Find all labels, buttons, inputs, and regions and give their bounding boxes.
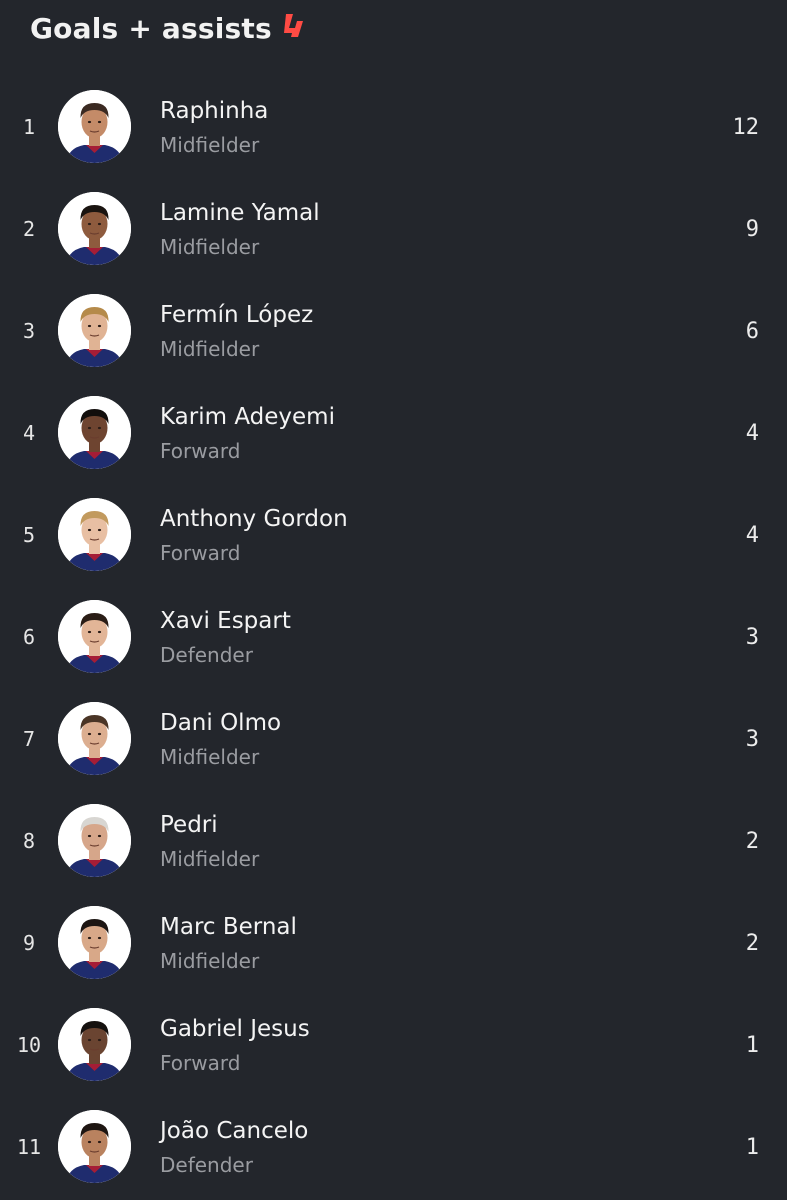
rank-number: 2 bbox=[22, 217, 36, 241]
avatar[interactable] bbox=[58, 192, 131, 265]
page-title: Goals + assists bbox=[30, 11, 272, 45]
laliga-logo-icon bbox=[280, 11, 306, 45]
player-name[interactable]: Raphinha bbox=[160, 98, 268, 124]
goals-assists-value: 12 bbox=[732, 114, 760, 140]
list-item[interactable]: 1 Raphinha Midfielder 12 bbox=[0, 76, 787, 178]
avatar[interactable] bbox=[58, 90, 131, 163]
player-position: Forward bbox=[160, 541, 241, 565]
list-item[interactable]: 6 Xavi Espart Defender 3 bbox=[0, 586, 787, 688]
rank-number: 10 bbox=[16, 1033, 42, 1057]
player-name[interactable]: Anthony Gordon bbox=[160, 506, 348, 532]
player-position: Midfielder bbox=[160, 337, 260, 361]
player-name[interactable]: Pedri bbox=[160, 812, 218, 838]
player-name[interactable]: Fermín López bbox=[160, 302, 313, 328]
player-position: Defender bbox=[160, 1153, 253, 1177]
player-name[interactable]: Gabriel Jesus bbox=[160, 1016, 310, 1042]
goals-assists-value: 2 bbox=[745, 828, 759, 854]
rank-number: 11 bbox=[16, 1135, 42, 1159]
player-position: Midfielder bbox=[160, 235, 260, 259]
player-position: Defender bbox=[160, 643, 253, 667]
avatar[interactable] bbox=[58, 702, 131, 775]
list-item[interactable]: 11 João Cancelo Defender 1 bbox=[0, 1096, 787, 1198]
player-position: Forward bbox=[160, 439, 241, 463]
player-name[interactable]: Karim Adeyemi bbox=[160, 404, 335, 430]
goals-assists-value: 3 bbox=[745, 726, 759, 752]
player-name[interactable]: Xavi Espart bbox=[160, 608, 291, 634]
goals-assists-value: 1 bbox=[745, 1032, 759, 1058]
list-item[interactable]: 2 Lamine Yamal Midfielder 9 bbox=[0, 178, 787, 280]
player-position: Midfielder bbox=[160, 949, 260, 973]
avatar[interactable] bbox=[58, 1008, 131, 1081]
avatar[interactable] bbox=[58, 396, 131, 469]
avatar[interactable] bbox=[58, 1110, 131, 1183]
rank-number: 8 bbox=[22, 829, 36, 853]
goals-assists-value: 3 bbox=[745, 624, 759, 650]
player-position: Forward bbox=[160, 1051, 241, 1075]
player-name[interactable]: Lamine Yamal bbox=[160, 200, 320, 226]
goals-assists-value: 4 bbox=[745, 420, 759, 446]
player-name[interactable]: Marc Bernal bbox=[160, 914, 297, 940]
header: Goals + assists bbox=[30, 8, 306, 48]
list-item[interactable]: 9 Marc Bernal Midfielder 2 bbox=[0, 892, 787, 994]
avatar[interactable] bbox=[58, 600, 131, 673]
rank-number: 4 bbox=[22, 421, 36, 445]
player-position: Midfielder bbox=[160, 847, 260, 871]
rank-number: 1 bbox=[22, 115, 36, 139]
rank-number: 7 bbox=[22, 727, 36, 751]
player-name[interactable]: João Cancelo bbox=[160, 1118, 308, 1144]
player-position: Midfielder bbox=[160, 745, 260, 769]
list-item[interactable]: 10 Gabriel Jesus Forward 1 bbox=[0, 994, 787, 1096]
list-item[interactable]: 8 Pedri Midfielder 2 bbox=[0, 790, 787, 892]
avatar[interactable] bbox=[58, 906, 131, 979]
goals-assists-value: 6 bbox=[745, 318, 759, 344]
goals-assists-value: 9 bbox=[745, 216, 759, 242]
avatar[interactable] bbox=[58, 804, 131, 877]
goals-assists-value: 2 bbox=[745, 930, 759, 956]
goals-assists-value: 4 bbox=[745, 522, 759, 548]
goals-assists-value: 1 bbox=[745, 1134, 759, 1160]
list-item[interactable]: 3 Fermín López Midfielder 6 bbox=[0, 280, 787, 382]
ranking-list: 1 Raphinha Midfielder 12 2 Lamine Yamal Midfie… bbox=[0, 76, 787, 1198]
rank-number: 9 bbox=[22, 931, 36, 955]
player-position: Midfielder bbox=[160, 133, 260, 157]
rank-number: 3 bbox=[22, 319, 36, 343]
rank-number: 6 bbox=[22, 625, 36, 649]
avatar[interactable] bbox=[58, 498, 131, 571]
rank-number: 5 bbox=[22, 523, 36, 547]
avatar[interactable] bbox=[58, 294, 131, 367]
player-name[interactable]: Dani Olmo bbox=[160, 710, 281, 736]
list-item[interactable]: 5 Anthony Gordon Forward 4 bbox=[0, 484, 787, 586]
list-item[interactable]: 4 Karim Adeyemi Forward 4 bbox=[0, 382, 787, 484]
list-item[interactable]: 7 Dani Olmo Midfielder 3 bbox=[0, 688, 787, 790]
